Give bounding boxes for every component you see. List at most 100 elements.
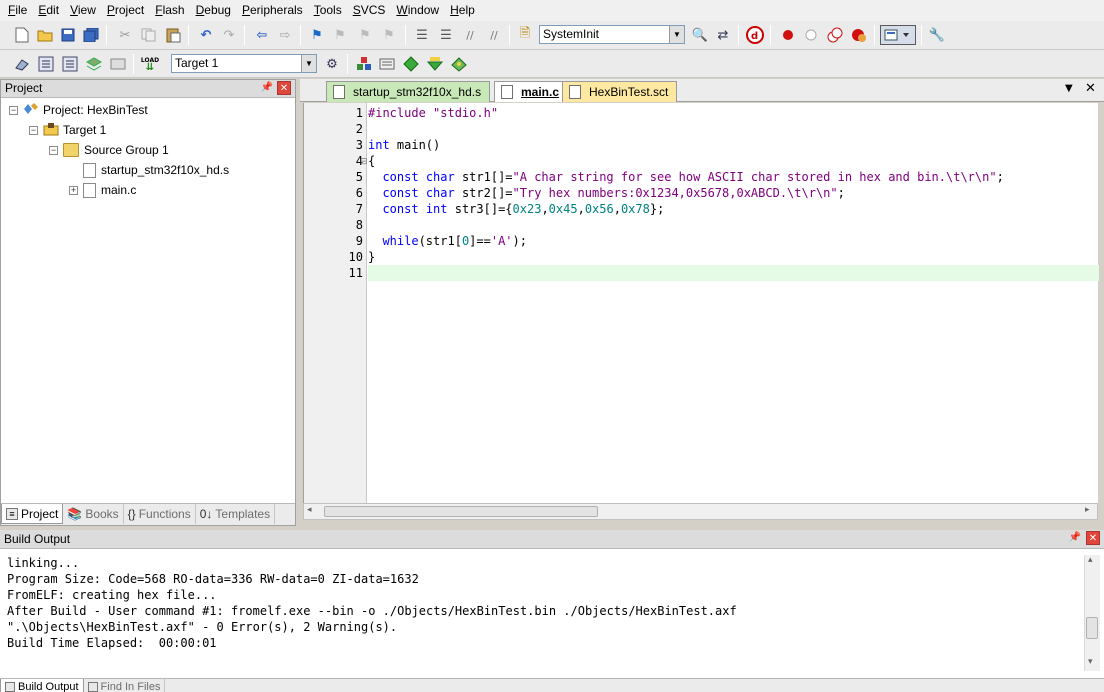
batch-build-icon[interactable] bbox=[84, 54, 104, 74]
scroll-right-icon[interactable]: ▸ bbox=[1085, 505, 1090, 515]
menu-project[interactable]: Project bbox=[103, 1, 151, 20]
open-folder-icon[interactable] bbox=[35, 25, 55, 45]
manage-project-items-icon[interactable] bbox=[354, 54, 374, 74]
tab-books-label: Books bbox=[85, 507, 119, 521]
translate-icon[interactable] bbox=[12, 54, 32, 74]
pin-icon[interactable]: 📌 bbox=[1068, 531, 1082, 545]
disable-breakpoint-icon[interactable] bbox=[801, 25, 821, 45]
copy-icon[interactable] bbox=[139, 25, 159, 45]
target-icon bbox=[43, 122, 59, 139]
menu-window[interactable]: Window bbox=[392, 1, 446, 20]
pack-installer-icon[interactable] bbox=[425, 54, 445, 74]
collapse-icon[interactable]: − bbox=[29, 125, 38, 135]
menu-file[interactable]: File bbox=[4, 1, 34, 20]
stop-build-icon[interactable] bbox=[108, 54, 128, 74]
close-icon[interactable]: ✕ bbox=[1085, 81, 1096, 96]
tab-main-c[interactable]: main.c bbox=[494, 81, 569, 102]
undo-icon[interactable]: ↶ bbox=[196, 25, 216, 45]
expand-icon[interactable]: + bbox=[69, 185, 78, 195]
scroll-thumb[interactable] bbox=[324, 506, 598, 517]
select-packs-icon[interactable] bbox=[377, 54, 397, 74]
tab-templates[interactable]: 0↓ Templates bbox=[196, 504, 276, 524]
build-bottom-tabs: Build Output Find In Files bbox=[0, 678, 1104, 692]
tab-build-output[interactable]: Build Output bbox=[0, 679, 84, 692]
tab-project[interactable]: ≡ Project bbox=[1, 504, 64, 524]
window-layout-button[interactable] bbox=[880, 25, 916, 45]
disable-all-breakpoints-icon[interactable] bbox=[825, 25, 845, 45]
chevron-down-icon[interactable]: ▼ bbox=[301, 55, 316, 72]
tab-find-in-files[interactable]: Find In Files bbox=[84, 679, 166, 692]
tab-sct-file[interactable]: HexBinTest.sct bbox=[562, 81, 678, 102]
horizontal-scrollbar[interactable]: ◂ ▸ bbox=[303, 503, 1098, 520]
load-download-icon[interactable]: LOAD ⇊ bbox=[140, 54, 160, 74]
tree-item-source-group[interactable]: − Source Group 1 bbox=[49, 140, 169, 160]
tree-item-target[interactable]: − Target 1 bbox=[29, 120, 106, 140]
wrench-icon[interactable]: 🔧 bbox=[927, 25, 947, 45]
bookmark-icon[interactable]: ⚑ bbox=[307, 25, 327, 45]
project-name-label: Project: HexBinTest bbox=[43, 103, 148, 117]
function-combo[interactable]: SystemInit ▼ bbox=[539, 25, 685, 44]
find-in-files-icon[interactable]: 🗎 bbox=[515, 25, 535, 45]
redo-icon[interactable]: ↷ bbox=[219, 25, 239, 45]
paste-icon[interactable] bbox=[163, 25, 183, 45]
code-editor[interactable]: 1 2 3 4 5 6 7 8 9 10 11 ⊟ #include "stdi… bbox=[303, 103, 1099, 503]
line-number: 10 bbox=[348, 250, 363, 264]
menu-edit[interactable]: Edit bbox=[34, 1, 66, 20]
nav-back-icon[interactable]: ⇦ bbox=[252, 25, 272, 45]
menu-help[interactable]: Help bbox=[446, 1, 482, 20]
tab-startup-file[interactable]: startup_stm32f10x_hd.s bbox=[326, 81, 491, 102]
chevron-down-icon[interactable]: ▼ bbox=[669, 26, 684, 43]
breakpoint-icon[interactable] bbox=[778, 25, 798, 45]
tree-item-file-main[interactable]: + main.c bbox=[69, 180, 136, 200]
target-combo[interactable]: Target 1 ▼ bbox=[171, 54, 317, 73]
software-packs-icon[interactable] bbox=[449, 54, 469, 74]
vertical-scrollbar[interactable]: ▴ ▾ bbox=[1084, 555, 1100, 671]
scroll-left-icon[interactable]: ◂ bbox=[307, 505, 312, 515]
menu-svcs[interactable]: SVCS bbox=[349, 1, 393, 20]
close-icon[interactable]: ✕ bbox=[1086, 531, 1100, 545]
uncomment-icon[interactable]: // bbox=[484, 25, 504, 45]
find-icon[interactable]: 🔍 bbox=[690, 25, 710, 45]
clear-bookmarks-icon[interactable]: ⚑ bbox=[379, 25, 399, 45]
tree-item-project[interactable]: − Project: HexBinTest bbox=[9, 100, 148, 120]
tab-label: startup_stm32f10x_hd.s bbox=[353, 85, 482, 99]
tab-books[interactable]: 📚 Books bbox=[63, 504, 124, 524]
fold-icon[interactable]: ⊟ bbox=[360, 157, 368, 167]
collapse-icon[interactable]: − bbox=[49, 145, 58, 155]
collapse-icon[interactable]: − bbox=[9, 105, 18, 115]
find-in-files-icon bbox=[87, 682, 98, 692]
cut-icon[interactable]: ✂ bbox=[115, 25, 135, 45]
menu-debug[interactable]: Debug bbox=[192, 1, 238, 20]
save-all-icon[interactable] bbox=[81, 25, 101, 45]
next-bookmark-icon[interactable]: ⚑ bbox=[355, 25, 375, 45]
kill-all-breakpoints-icon[interactable] bbox=[849, 25, 869, 45]
unindent-icon[interactable]: ☰ bbox=[436, 25, 456, 45]
indent-icon[interactable]: ☰ bbox=[412, 25, 432, 45]
rebuild-icon[interactable] bbox=[60, 54, 80, 74]
menu-peripherals[interactable]: Peripherals bbox=[238, 1, 310, 20]
menu-view[interactable]: View bbox=[66, 1, 103, 20]
save-icon[interactable] bbox=[58, 25, 78, 45]
tree-item-file-startup[interactable]: startup_stm32f10x_hd.s bbox=[83, 160, 229, 180]
build-icon[interactable] bbox=[36, 54, 56, 74]
line-number: 2 bbox=[355, 122, 363, 136]
menu-flash[interactable]: Flash bbox=[151, 1, 191, 20]
scroll-thumb[interactable] bbox=[1086, 617, 1098, 639]
prev-bookmark-icon[interactable]: ⚑ bbox=[330, 25, 350, 45]
target-options-icon[interactable]: ⚙ bbox=[322, 54, 342, 74]
new-file-icon[interactable] bbox=[12, 25, 32, 45]
scroll-down-icon[interactable]: ▾ bbox=[1088, 657, 1093, 667]
tab-functions[interactable]: {} Functions bbox=[124, 504, 196, 524]
folder-icon bbox=[63, 143, 79, 157]
manage-rte-icon[interactable] bbox=[401, 54, 421, 74]
close-icon[interactable]: ✕ bbox=[277, 81, 291, 95]
nav-forward-icon[interactable]: ⇨ bbox=[275, 25, 295, 45]
pin-icon[interactable]: 📌 bbox=[260, 81, 274, 95]
comment-icon[interactable]: // bbox=[460, 25, 480, 45]
project-pane-header: Project 📌 ✕ bbox=[1, 80, 295, 98]
tab-list-dropdown-icon[interactable]: ▼ bbox=[1065, 83, 1073, 94]
menu-tools[interactable]: Tools bbox=[310, 1, 349, 20]
incremental-find-icon[interactable]: ⇄ bbox=[713, 25, 733, 45]
debug-session-icon[interactable]: d bbox=[745, 25, 765, 45]
scroll-up-icon[interactable]: ▴ bbox=[1088, 555, 1093, 565]
